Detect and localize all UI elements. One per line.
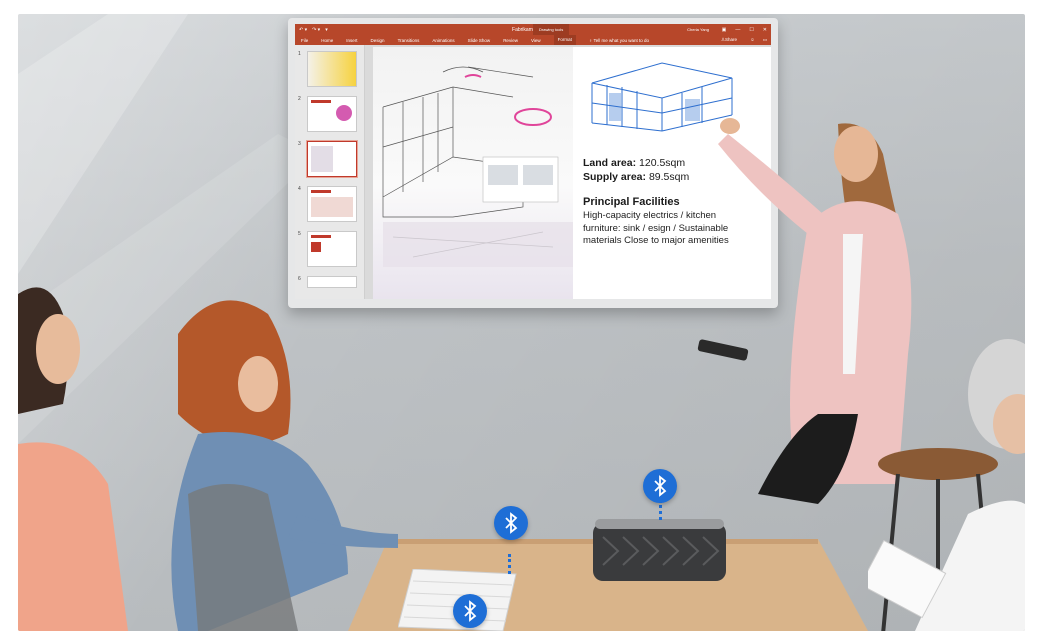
connection-dots — [659, 500, 662, 520]
slide-thumbnail-4[interactable] — [307, 186, 357, 222]
slide-thumbnail-1[interactable] — [307, 51, 357, 87]
tell-me-box[interactable]: ♀ Tell me what you want to do — [589, 38, 649, 43]
tab-file[interactable]: File — [301, 38, 308, 43]
slide-thumbnail-5[interactable] — [307, 231, 357, 267]
thumb-bar — [311, 235, 331, 238]
close-icon[interactable]: ✕ — [763, 27, 767, 33]
bluetooth-icon — [453, 594, 487, 628]
thumb-bar — [311, 190, 331, 193]
slide-thumbnail-3[interactable] — [306, 140, 358, 178]
maximize-icon[interactable]: ☐ — [749, 27, 753, 33]
building-sketch-drawing — [382, 66, 573, 267]
window-controls: ▣ — ☐ ✕ — [722, 27, 767, 33]
thumbnail-number: 1 — [298, 51, 301, 57]
thumb-bar — [311, 100, 331, 103]
tab-home[interactable]: Home — [321, 38, 333, 43]
thumb-graphic — [311, 146, 333, 172]
architecture-sketch — [373, 47, 573, 299]
ppt-title-bar: ↶ ▾↷ ▾▾ Fabrikam Proposal Drawing tools … — [295, 24, 771, 35]
customize-icon[interactable]: ▾ — [325, 27, 328, 33]
land-area-label: Land area: — [583, 157, 637, 169]
slide-thumbnail-2[interactable] — [307, 96, 357, 132]
tab-review[interactable]: Review — [503, 38, 518, 43]
seated-woman-right — [868, 339, 1025, 631]
thumb-graphic — [311, 242, 321, 252]
tab-transitions[interactable]: Transitions — [398, 38, 420, 43]
thumbnail-number: 4 — [298, 186, 301, 192]
tab-format[interactable]: Format — [553, 35, 576, 45]
comment-icon[interactable]: ▭ — [763, 37, 767, 43]
quick-access-toolbar[interactable]: ↶ ▾ ↷ ▾ ▾ — [299, 27, 328, 33]
tab-slide-show[interactable]: Slide Show — [468, 38, 491, 43]
slide-thumbnails: 1 2 3 4 5 6 — [295, 45, 371, 299]
tab-animations[interactable]: Animations — [432, 38, 454, 43]
tab-view[interactable]: View — [531, 38, 541, 43]
share-label: Share — [724, 37, 737, 42]
thumb-graphic — [311, 197, 353, 217]
user-name[interactable]: Cheria Yang — [687, 27, 709, 32]
bluetooth-icon — [494, 506, 528, 540]
office-chair — [188, 484, 298, 631]
thumb-graphic — [336, 105, 352, 121]
ribbon-options-icon[interactable]: ▣ — [722, 27, 727, 33]
redo-icon[interactable]: ↷ ▾ — [312, 27, 320, 33]
tell-me-text: Tell me what you want to do — [593, 37, 649, 43]
bluetooth-speaker — [593, 519, 726, 581]
ribbon-tabs: File Home Insert Design Transitions Anim… — [295, 35, 771, 45]
tab-insert[interactable]: Insert — [346, 38, 357, 43]
smiley-icon[interactable]: ☺ — [750, 37, 755, 43]
thumbnail-number: 2 — [298, 96, 301, 102]
drawing-tools-label: Drawing tools — [533, 24, 570, 35]
bluetooth-icon — [643, 469, 677, 503]
thumbnail-number: 5 — [298, 231, 301, 237]
share-button[interactable]: ♙Share — [721, 37, 737, 43]
minimize-icon[interactable]: — — [735, 27, 740, 33]
supply-area-label: Supply area: — [583, 171, 647, 183]
tab-design[interactable]: Design — [371, 38, 385, 43]
meeting-room-photo: ↶ ▾↷ ▾▾ Fabrikam Proposal Drawing tools … — [18, 14, 1025, 631]
undo-icon[interactable]: ↶ ▾ — [299, 27, 307, 33]
thumbnail-number: 3 — [298, 141, 301, 147]
ribbon-right-icons: ☺ ▭ — [750, 37, 767, 43]
connection-dots — [508, 554, 511, 574]
